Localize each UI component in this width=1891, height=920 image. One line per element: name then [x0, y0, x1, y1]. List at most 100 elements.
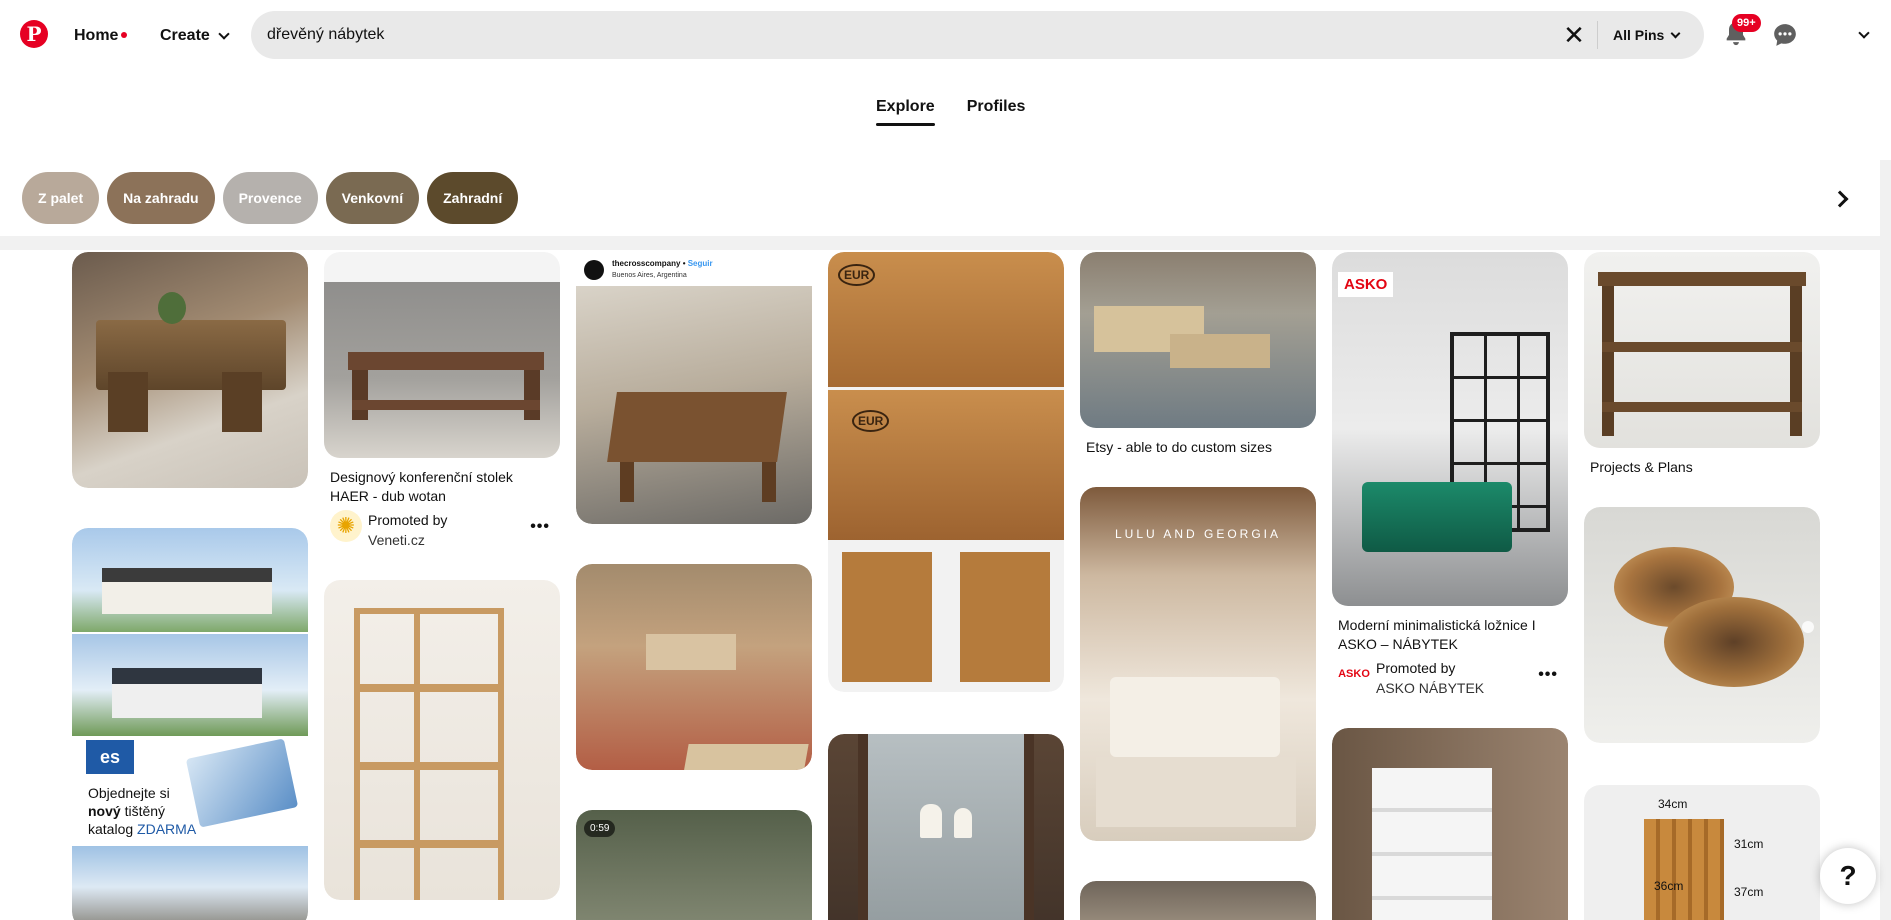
promoted-attribution: ✺ Promoted by Veneti.cz •••: [330, 510, 554, 550]
clear-search-icon[interactable]: ✕: [1562, 22, 1586, 48]
tab-explore[interactable]: Explore: [876, 98, 935, 126]
pin-card[interactable]: [324, 580, 560, 900]
pin-card[interactable]: 34cm 31cm 36cm 37cm: [1584, 785, 1820, 920]
pin-card-ad[interactable]: es Objednejte si nový tištěný katalog ZD…: [72, 528, 308, 920]
dimension-label: 34cm: [1658, 797, 1688, 811]
pin-filter-label: All Pins: [1613, 27, 1665, 43]
brand-watermark: LULU AND GEORGIA: [1114, 527, 1282, 541]
chip-zahradni[interactable]: Zahradní: [427, 172, 519, 224]
chip-na-zahradu[interactable]: Na zahradu: [107, 172, 215, 224]
pin-card[interactable]: Etsy - able to do custom sizes: [1080, 252, 1316, 461]
pin-card[interactable]: [1332, 728, 1568, 920]
pin-column: ASKO Moderní minimalistická ložnice I AS…: [1332, 252, 1568, 920]
vertical-scrollbar[interactable]: [1880, 160, 1891, 920]
pin-image: es Objednejte si nový tištěný katalog ZD…: [72, 528, 308, 920]
pin-image: [1332, 728, 1568, 920]
pin-card[interactable]: [1584, 507, 1820, 743]
account-location: Buenos Aires, Argentina: [612, 272, 687, 279]
guided-search-chips: Z palet Na zahradu Provence Venkovní Zah…: [22, 172, 519, 224]
pin-grid: es Objednejte si nový tištěný katalog ZD…: [72, 252, 1822, 920]
create-label: Create: [160, 27, 210, 44]
tab-profiles[interactable]: Profiles: [967, 98, 1026, 126]
catalog-brand-logo: es: [86, 740, 134, 774]
promoted-attribution: ASKO Promoted by ASKO NÁBYTEK •••: [1338, 658, 1562, 698]
pin-column: es Objednejte si nový tištěný katalog ZD…: [72, 252, 308, 920]
advertiser-name[interactable]: Veneti.cz: [368, 530, 447, 550]
pin-image: [324, 580, 560, 900]
advertiser-avatar[interactable]: ✺: [330, 510, 362, 542]
top-navigation-bar: P Home Create ✕ All Pins 99+: [0, 0, 1891, 72]
more-options-icon[interactable]: •••: [1538, 666, 1558, 684]
pin-image: 34cm 31cm 36cm 37cm: [1584, 785, 1820, 920]
pin-card-ad[interactable]: Designový konferenční stolek HAER - dub …: [324, 252, 560, 550]
pin-image: ASKO: [1332, 252, 1568, 606]
promoted-by-label: Promoted by: [1376, 660, 1456, 676]
pin-image: [576, 564, 812, 770]
pin-card[interactable]: Projects & Plans: [1584, 252, 1820, 481]
carousel-next-icon[interactable]: [1802, 621, 1814, 633]
chip-venkovni[interactable]: Venkovní: [325, 172, 420, 224]
promoted-by-label: Promoted by: [368, 512, 448, 528]
pin-card[interactable]: LULU AND GEORGIA: [1080, 487, 1316, 841]
chevron-right-icon[interactable]: [1831, 190, 1849, 208]
pin-column: Designový konferenční stolek HAER - dub …: [324, 252, 560, 900]
chevron-down-icon: [218, 28, 230, 40]
pin-card-video[interactable]: 0:59: [576, 810, 812, 920]
pin-title: Designový konferenční stolek HAER - dub …: [330, 469, 513, 504]
dimension-label: 36cm: [1654, 879, 1684, 893]
pin-image: [1584, 252, 1820, 448]
account-menu-button[interactable]: [1858, 24, 1870, 42]
pin-image: [1080, 252, 1316, 428]
dimension-label: 37cm: [1734, 885, 1764, 899]
chevron-down-icon: [1670, 28, 1681, 38]
asko-brand-logo: ASKO: [1338, 272, 1394, 297]
search-divider: [1597, 21, 1598, 49]
pin-card[interactable]: [1080, 881, 1316, 920]
pin-card[interactable]: [576, 564, 812, 770]
chip-z-palet[interactable]: Z palet: [22, 172, 100, 224]
pin-card[interactable]: thecrosscompany • Seguir Buenos Aires, A…: [576, 252, 812, 524]
home-label: Home: [74, 27, 119, 44]
pin-column: Projects & Plans 34cm 31cm 36cm 37cm: [1584, 252, 1820, 920]
chip-provence[interactable]: Provence: [222, 172, 318, 224]
horizontal-scrollbar[interactable]: [0, 236, 1880, 250]
more-options-icon[interactable]: •••: [530, 518, 550, 536]
pin-title: Moderní minimalistická ložnice I ASKO – …: [1338, 617, 1536, 652]
pin-card[interactable]: [72, 252, 308, 488]
create-menu-button[interactable]: Create: [150, 16, 238, 56]
pin-filter-dropdown[interactable]: All Pins: [1613, 11, 1681, 59]
pallet-stamp: EUR: [852, 410, 890, 432]
notifications-count-badge: 99+: [1732, 14, 1761, 32]
catalog-offer-text: Objednejte si nový tištěný katalog ZDARM…: [88, 785, 197, 837]
pallet-stamp: EUR: [838, 264, 876, 286]
video-duration-badge: 0:59: [584, 820, 616, 837]
pinterest-logo-icon[interactable]: P: [20, 20, 48, 48]
home-notification-dot: [121, 32, 128, 38]
pin-image: [72, 252, 308, 488]
advertiser-avatar[interactable]: ASKO: [1338, 658, 1370, 690]
search-input[interactable]: [267, 11, 1547, 59]
search-type-tabs: Explore Profiles: [876, 98, 1025, 126]
messages-icon[interactable]: [1772, 22, 1798, 48]
pin-image: LULU AND GEORGIA: [1080, 487, 1316, 841]
pin-image: thecrosscompany • Seguir Buenos Aires, A…: [576, 252, 812, 524]
advertiser-name[interactable]: ASKO NÁBYTEK: [1376, 678, 1484, 698]
pin-image: EUR EUR: [828, 252, 1064, 692]
help-button[interactable]: ?: [1820, 848, 1876, 904]
pin-title: Projects & Plans: [1590, 459, 1693, 475]
pin-card[interactable]: [828, 734, 1064, 920]
dimension-label: 31cm: [1734, 837, 1764, 851]
account-avatar: [584, 260, 604, 280]
pin-image: [828, 734, 1064, 920]
pin-column: Etsy - able to do custom sizes LULU AND …: [1080, 252, 1316, 920]
account-header: thecrosscompany • Seguir: [612, 259, 713, 268]
pin-column: thecrosscompany • Seguir Buenos Aires, A…: [576, 252, 812, 920]
pin-card[interactable]: EUR EUR: [828, 252, 1064, 692]
pin-image: 0:59: [576, 810, 812, 920]
pin-image: [1080, 881, 1316, 920]
home-nav-link[interactable]: Home: [64, 16, 137, 56]
pin-column: EUR EUR: [828, 252, 1064, 920]
pin-card-ad[interactable]: ASKO Moderní minimalistická ložnice I AS…: [1332, 252, 1568, 698]
search-bar: ✕ All Pins: [251, 11, 1704, 59]
chevron-down-icon: [1858, 27, 1870, 39]
